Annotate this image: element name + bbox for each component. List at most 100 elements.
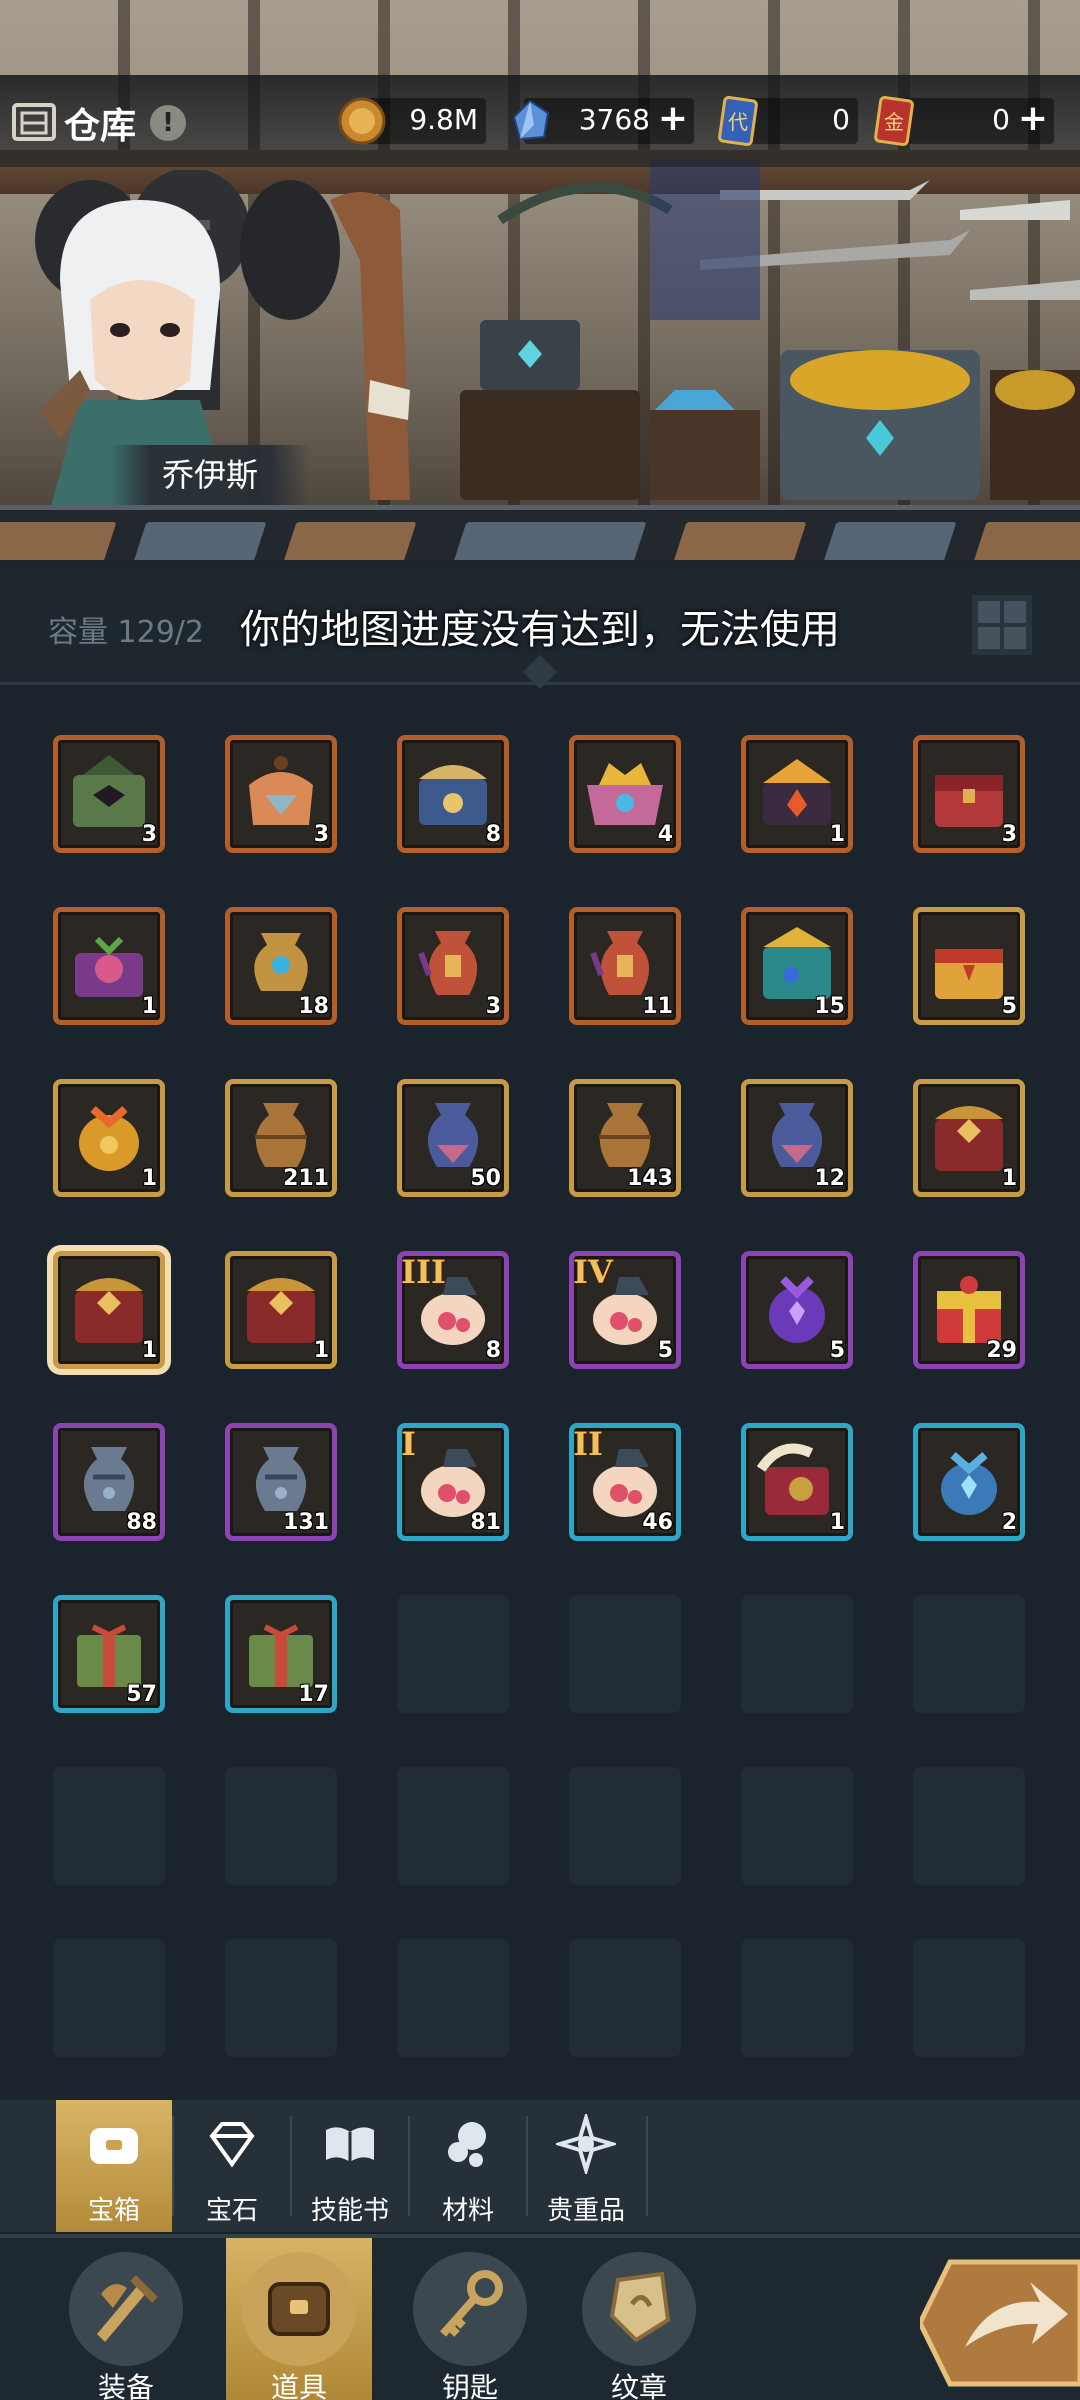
item-count: 12	[814, 1166, 845, 1191]
empty-slot	[397, 1767, 509, 1885]
item-count: 211	[283, 1166, 329, 1191]
item-slot[interactable]: 57	[53, 1595, 165, 1713]
item-count: 50	[470, 1166, 501, 1191]
tier-numeral: I	[401, 1425, 416, 1463]
tab-divider	[172, 2116, 174, 2216]
empty-slot	[569, 1767, 681, 1885]
page-title: 仓库	[64, 106, 137, 147]
item-count: 88	[126, 1510, 157, 1535]
bottom-navigation: 装备 道具 钥匙 纹章	[0, 2234, 1080, 2400]
tab-book[interactable]: 技能书	[292, 2100, 408, 2232]
red-card-add-button[interactable]: +	[1018, 99, 1048, 139]
item-count: 4	[657, 822, 673, 847]
item-slot[interactable]: 50	[397, 1079, 509, 1197]
item-slot[interactable]: 1	[53, 907, 165, 1025]
empty-slot	[53, 1767, 165, 1885]
item-slot[interactable]: 4	[569, 735, 681, 853]
item-slot[interactable]: 211	[225, 1079, 337, 1197]
book-tab-icon	[326, 2127, 374, 2162]
diamond-resource: 3768 +	[504, 93, 694, 149]
item-slot[interactable]: 18	[225, 907, 337, 1025]
item-slot[interactable]: 143	[569, 1079, 681, 1197]
hero-name-label: 乔伊斯	[110, 445, 310, 505]
item-slot[interactable]: 12	[741, 1079, 853, 1197]
item-slot[interactable]: 17	[225, 1595, 337, 1713]
item-slot[interactable]: 3	[397, 907, 509, 1025]
tier-numeral: II	[573, 1425, 603, 1463]
key-nav-icon	[440, 2270, 503, 2337]
item-slot[interactable]: 131	[225, 1423, 337, 1541]
nav-key[interactable]: 钥匙	[397, 2238, 543, 2400]
tab-material[interactable]: 材料	[410, 2100, 526, 2232]
item-slot[interactable]: 1	[53, 1079, 165, 1197]
item-count: 5	[657, 1338, 673, 1363]
blue-card-resource: 代 0	[712, 93, 858, 149]
tab-divider	[646, 2116, 648, 2216]
tab-valuable[interactable]: 贵重品	[528, 2100, 644, 2232]
item-slot[interactable]: 29	[913, 1251, 1025, 1369]
item-slot[interactable]: 8	[397, 735, 509, 853]
valuable-tab-icon	[556, 2114, 616, 2174]
nav-emblem[interactable]: 纹章	[566, 2238, 712, 2400]
item-slot[interactable]: 1	[741, 735, 853, 853]
tab-gem[interactable]: 宝石	[174, 2100, 290, 2232]
item-slot[interactable]: 88	[53, 1423, 165, 1541]
item-count: 1	[141, 1338, 157, 1363]
item-slot[interactable]: 1	[741, 1423, 853, 1541]
item-slot[interactable]: 11	[569, 907, 681, 1025]
nav-label: 道具	[270, 2371, 327, 2400]
item-slot[interactable]: 2	[913, 1423, 1025, 1541]
nav-item[interactable]: 道具	[226, 2238, 372, 2400]
item-slot[interactable]: 15	[741, 907, 853, 1025]
empty-slot	[225, 1767, 337, 1885]
equipment-nav-icon	[97, 2275, 158, 2342]
item-count: 11	[642, 994, 673, 1019]
weapons-rack	[497, 160, 1080, 320]
tab-label: 材料	[441, 2196, 494, 2226]
item-slot[interactable]: 3	[913, 735, 1025, 853]
info-button[interactable]: !	[150, 105, 186, 141]
item-slot[interactable]: 1	[913, 1079, 1025, 1197]
tab-label: 宝箱	[87, 2196, 140, 2226]
diamond-value: 3768	[578, 103, 650, 136]
emblem-nav-icon	[609, 2271, 671, 2343]
item-slot[interactable]: 5	[913, 907, 1025, 1025]
empty-slot	[397, 1939, 509, 2057]
empty-slot	[53, 1939, 165, 2057]
tier-numeral: IV	[573, 1253, 613, 1291]
item-slot[interactable]: III 8	[397, 1251, 509, 1369]
blue-card-value: 0	[832, 103, 850, 136]
tab-chest[interactable]: 宝箱	[56, 2100, 172, 2232]
item-count: 17	[298, 1682, 329, 1707]
treasure-chests-decoration	[460, 320, 1080, 500]
tab-label: 技能书	[310, 2196, 389, 2226]
nav-label: 纹章	[610, 2371, 667, 2400]
nav-equipment[interactable]: 装备	[53, 2238, 199, 2400]
item-slot[interactable]: 3	[53, 735, 165, 853]
empty-slot	[741, 1939, 853, 2057]
item-slot[interactable]: 1	[53, 1251, 165, 1369]
item-count: 18	[298, 994, 329, 1019]
item-slot[interactable]: I 81	[397, 1423, 509, 1541]
empty-slot	[397, 1595, 509, 1713]
item-slot[interactable]: IV 5	[569, 1251, 681, 1369]
item-slot[interactable]: II 46	[569, 1423, 681, 1541]
item-count: 57	[126, 1682, 157, 1707]
shelf-edge	[0, 505, 1080, 560]
item-count: 8	[485, 822, 501, 847]
material-tab-icon	[448, 2122, 486, 2167]
empty-slot	[913, 1595, 1025, 1713]
return-arrow-icon[interactable]	[920, 2252, 1080, 2394]
item-count: 3	[485, 994, 501, 1019]
diamond-add-button[interactable]: +	[658, 99, 688, 139]
item-count: 1	[829, 1510, 845, 1535]
item-slot[interactable]: 3	[225, 735, 337, 853]
item-slot[interactable]: 1	[225, 1251, 337, 1369]
item-slot[interactable]: 5	[741, 1251, 853, 1369]
empty-slot	[569, 1595, 681, 1713]
item-count: 2	[1001, 1510, 1017, 1535]
gold-value: 9.8M	[409, 103, 478, 136]
svg-text:金: 金	[884, 110, 904, 134]
item-count: 1	[829, 822, 845, 847]
item-count: 1	[313, 1338, 329, 1363]
